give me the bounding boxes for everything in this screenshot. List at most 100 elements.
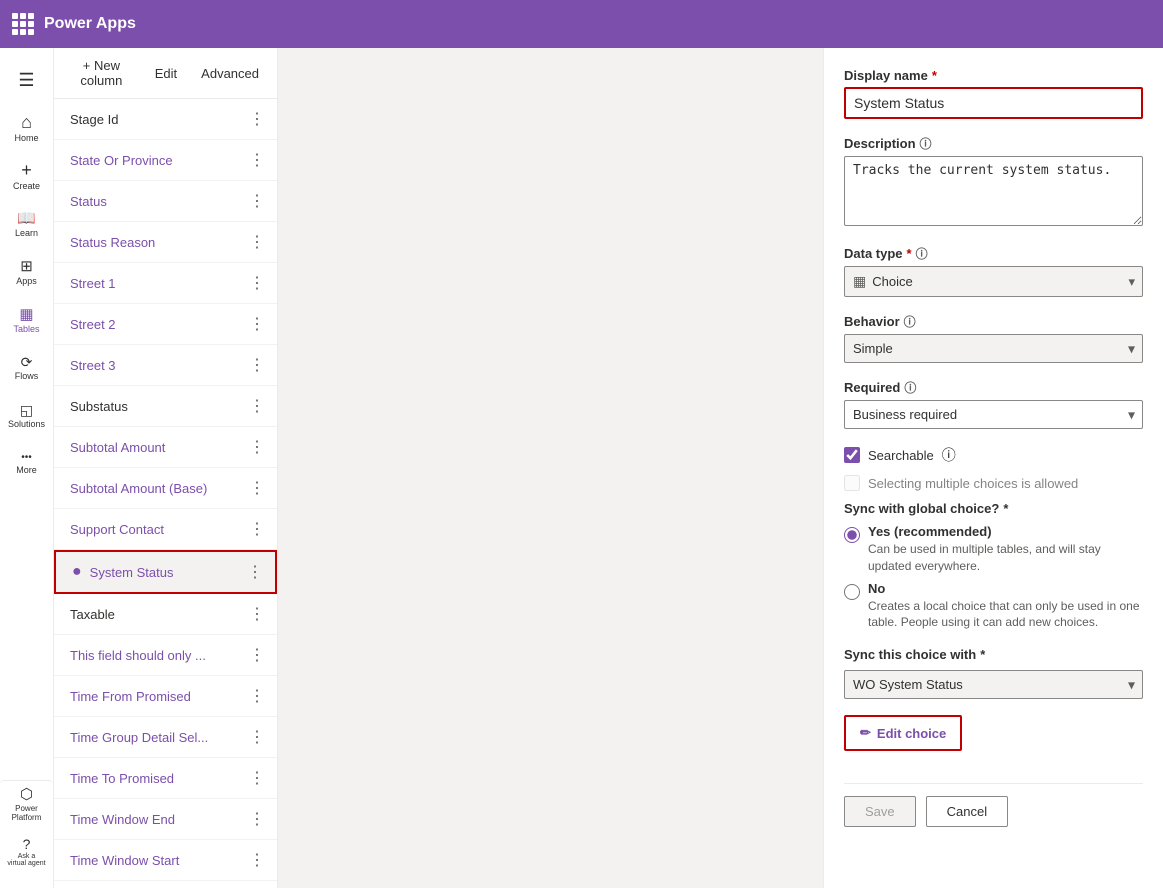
sidebar-item-street2[interactable]: Street 2 ⋮ [54,304,277,345]
active-check-icon: ● [72,563,82,581]
sync-yes-desc: Can be used in multiple tables, and will… [868,541,1143,575]
sync-choice-field: Sync this choice with * WO System Status… [844,647,1143,699]
behavior-field: Behavior ⓘ Simple ▾ [844,313,1143,363]
sidebar-item-time-window-start[interactable]: Time Window Start ⋮ [54,840,277,881]
multiple-choices-label: Selecting multiple choices is allowed [868,476,1078,491]
edit-choice-label: Edit choice [877,726,946,741]
sidebar-item-status-reason[interactable]: Status Reason ⋮ [54,222,277,263]
sidebar-item-street1[interactable]: Street 1 ⋮ [54,263,277,304]
nav-apps[interactable]: ⊞ Apps [3,248,51,296]
nav-learn[interactable]: 📖 Learn [3,200,51,248]
searchable-row: Searchable ⓘ [844,445,1143,465]
sync-no-desc: Creates a local choice that can only be … [868,598,1143,632]
multiple-choices-row: Selecting multiple choices is allowed [844,475,1143,491]
more-icon[interactable]: ⋮ [249,109,265,129]
searchable-label: Searchable [868,448,934,463]
more-icon[interactable]: ⋮ [249,314,265,334]
sidebar-item-subtotal[interactable]: Subtotal Amount ⋮ [54,427,277,468]
more-icon[interactable]: ⋮ [249,519,265,539]
content-area [278,48,823,888]
right-panel: Display name * Description ⓘ Tracks the … [823,48,1163,888]
behavior-info-icon[interactable]: ⓘ [904,313,916,330]
edit-choice-icon: ✏ [860,725,871,741]
left-nav: ☰ ⌂ Home + Create 📖 Learn ⊞ Apps ▦ Table… [0,48,54,888]
sidebar-item-support-contact[interactable]: Support Contact ⋮ [54,509,277,550]
description-textarea[interactable]: Tracks the current system status. [844,156,1143,226]
more-icon[interactable]: ⋮ [249,645,265,665]
data-type-field: Data type * ⓘ ▦ Choice ▾ [844,245,1143,297]
panel-footer: Save Cancel [844,783,1143,839]
nav-ask-agent[interactable]: ? Ask avirtual agent [3,828,51,876]
nav-home[interactable]: ⌂ Home [3,104,51,152]
nav-hamburger[interactable]: ☰ [3,56,51,104]
data-type-select[interactable]: ▦ Choice ▾ [844,266,1143,297]
sync-yes-radio[interactable] [844,527,860,543]
data-type-info-icon[interactable]: ⓘ [916,245,928,262]
sync-choice-select[interactable]: WO System Status [844,670,1143,699]
more-icon[interactable]: ⋮ [249,355,265,375]
sidebar-item-time-group[interactable]: Time Group Detail Sel... ⋮ [54,717,277,758]
save-button[interactable]: Save [844,796,916,827]
sidebar-item-subtotal-base[interactable]: Subtotal Amount (Base) ⋮ [54,468,277,509]
nav-flows[interactable]: ⟳ Flows [3,344,51,392]
more-icon[interactable]: ⋮ [249,437,265,457]
sync-yes-label: Yes (recommended) [868,524,1143,539]
new-column-button[interactable]: + New column [66,54,137,92]
searchable-info-icon[interactable]: ⓘ [942,445,956,465]
sync-no-radio[interactable] [844,584,860,600]
description-field: Description ⓘ Tracks the current system … [844,135,1143,229]
required-select[interactable]: Optional Business recommended Business r… [844,400,1143,429]
more-icon[interactable]: ⋮ [249,809,265,829]
more-icon[interactable]: ⋮ [249,191,265,211]
required-info-icon[interactable]: ⓘ [904,379,916,396]
description-info-icon[interactable]: ⓘ [920,135,932,152]
data-type-required: * [907,246,912,261]
sync-global-label: Sync with global choice? [844,501,999,516]
edit-choice-button[interactable]: ✏ Edit choice [844,715,962,751]
sidebar-item-street3[interactable]: Street 3 ⋮ [54,345,277,386]
more-icon[interactable]: ⋮ [249,478,265,498]
sidebar-item-stage-id[interactable]: Stage Id ⋮ [54,99,277,140]
sidebar-item-system-status[interactable]: ● System Status ⋮ [54,550,277,594]
sidebar-item-time-to[interactable]: Time To Promised ⋮ [54,758,277,799]
app-launcher-icon[interactable] [12,13,34,35]
required-label: Required [844,380,900,395]
behavior-select[interactable]: Simple [844,334,1143,363]
more-icon[interactable]: ⋮ [249,396,265,416]
required-field: Required ⓘ Optional Business recommended… [844,379,1143,429]
sync-yes-row: Yes (recommended) Can be used in multipl… [844,524,1143,575]
nav-solutions[interactable]: ◱ Solutions [3,392,51,440]
more-icon[interactable]: ⋮ [249,604,265,624]
sidebar-item-status[interactable]: Status ⋮ [54,181,277,222]
nav-more[interactable]: ••• More [3,440,51,488]
data-type-select-wrapper: ▦ Choice ▾ [844,266,1143,297]
searchable-checkbox[interactable] [844,447,860,463]
sidebar-item-time-from[interactable]: Time From Promised ⋮ [54,676,277,717]
cancel-button[interactable]: Cancel [926,796,1008,827]
sidebar-item-field-only[interactable]: This field should only ... ⋮ [54,635,277,676]
display-name-input[interactable] [844,87,1143,119]
multiple-choices-checkbox[interactable] [844,475,860,491]
more-icon[interactable]: ⋮ [249,850,265,870]
sidebar-item-state-province[interactable]: State Or Province ⋮ [54,140,277,181]
sidebar-toolbar: + New column Edit Advanced [54,48,277,99]
more-icon[interactable]: ⋮ [249,150,265,170]
more-icon[interactable]: ⋮ [247,562,263,582]
behavior-select-wrapper: Simple ▾ [844,334,1143,363]
more-icon[interactable]: ⋮ [249,727,265,747]
nav-create[interactable]: + Create [3,152,51,200]
sync-no-row: No Creates a local choice that can only … [844,581,1143,632]
nav-power-platform[interactable]: ⬡ PowerPlatform [0,780,53,828]
nav-tables[interactable]: ▦ Tables [3,296,51,344]
data-type-value: Choice [872,274,1134,289]
sidebar-item-taxable[interactable]: Taxable ⋮ [54,594,277,635]
sidebar-item-time-window-end[interactable]: Time Window End ⋮ [54,799,277,840]
edit-button[interactable]: Edit [149,62,183,85]
more-icon[interactable]: ⋮ [249,232,265,252]
more-icon[interactable]: ⋮ [249,686,265,706]
description-label: Description [844,136,916,151]
more-icon[interactable]: ⋮ [249,768,265,788]
sidebar-item-substatus[interactable]: Substatus ⋮ [54,386,277,427]
more-icon[interactable]: ⋮ [249,273,265,293]
advanced-button[interactable]: Advanced [195,62,265,85]
